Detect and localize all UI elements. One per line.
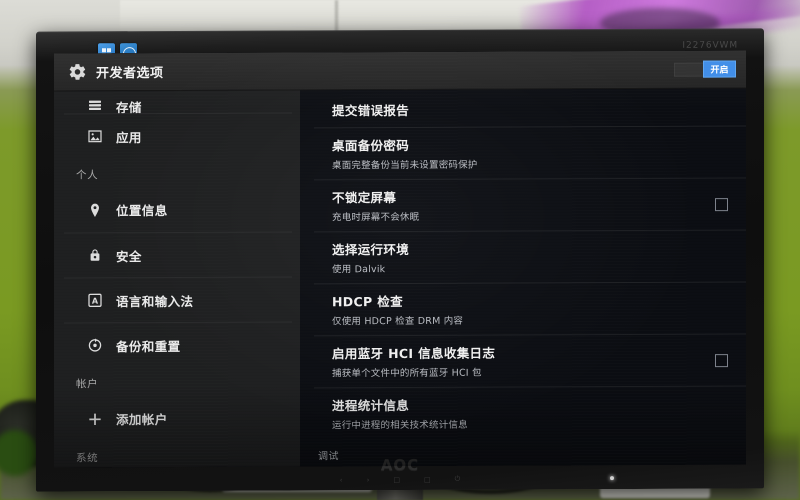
settings-row[interactable]: 启用蓝牙 HCI 信息收集日志捕获单个文件中的所有蓝牙 HCI 包 bbox=[314, 333, 746, 388]
photo-scene: I2276VWM 开发者选项 开启 存储 应用 个人位置信息 安全 A 语言和输… bbox=[0, 0, 800, 500]
sidebar-item-label: 存储 bbox=[116, 99, 142, 114]
app-bar: 开发者选项 开启 bbox=[54, 50, 746, 92]
settings-row-subtitle: 仅使用 HDCP 检查 DRM 内容 bbox=[332, 315, 464, 328]
settings-row-checkbox[interactable] bbox=[715, 197, 728, 211]
sidebar-item-label: 位置信息 bbox=[116, 203, 168, 219]
app-body: 存储应用个人位置信息安全A语言和输入法备份和重置帐户添加帐户系统日期和时间辅助功… bbox=[54, 88, 746, 468]
location-pin-icon bbox=[86, 201, 103, 218]
developer-options-list[interactable]: 提交错误报告 桌面备份密码桌面完整备份当前未设置密码保护 不锁定屏幕充电时屏幕不会休… bbox=[300, 88, 746, 467]
sidebar-section-header: 系统 bbox=[76, 452, 99, 465]
settings-row-title: 提交错误报告 bbox=[332, 102, 410, 119]
settings-row[interactable]: 不锁定屏幕充电时屏幕不会休眠 bbox=[314, 177, 746, 232]
settings-row-subtitle: 充电时屏幕不会休眠 bbox=[332, 211, 420, 224]
settings-row-subtitle: 捕获单个文件中的所有蓝牙 HCI 包 bbox=[332, 367, 482, 380]
settings-row-title: 进程统计信息 bbox=[332, 397, 410, 414]
apps-icon bbox=[86, 128, 103, 145]
monitor-osd-button[interactable]: □ bbox=[424, 475, 431, 483]
monitor-osd-buttons[interactable]: ‹ › □ □ ⏻ bbox=[340, 475, 460, 485]
settings-row-subtitle: 使用 Dalvik bbox=[332, 264, 386, 276]
sidebar-item-language[interactable]: A 语言和输入法 bbox=[64, 276, 292, 323]
settings-row[interactable]: 桌面备份密码桌面完整备份当前未设置密码保护 bbox=[314, 125, 746, 180]
settings-row[interactable]: 选择运行环境使用 Dalvik bbox=[314, 229, 746, 284]
settings-row-title: 不锁定屏幕 bbox=[332, 190, 397, 206]
list-section-header: 调试 bbox=[318, 451, 339, 463]
settings-row-subtitle: 运行中进程的相关技术统计信息 bbox=[332, 419, 468, 432]
monitor-model-label: I2276VWM bbox=[682, 40, 738, 51]
settings-row-title: 启用蓝牙 HCI 信息收集日志 bbox=[332, 345, 496, 362]
settings-row-subtitle: 桌面完整备份当前未设置密码保护 bbox=[332, 159, 478, 172]
sidebar-item-lock[interactable]: 安全 bbox=[64, 231, 292, 278]
sidebar-item-label: 添加帐户 bbox=[116, 412, 168, 428]
monitor-osd-button[interactable]: □ bbox=[393, 475, 400, 483]
aoc-logo: AOC bbox=[380, 455, 420, 475]
storage-icon bbox=[86, 96, 103, 113]
settings-row-title: HDCP 检查 bbox=[332, 293, 403, 310]
sidebar-item-label: 安全 bbox=[116, 248, 142, 264]
sidebar-item-label: 应用 bbox=[116, 129, 142, 145]
svg-text:A: A bbox=[91, 297, 98, 306]
android-settings-app: 开发者选项 开启 存储应用个人位置信息安全 A 语言和输入法 备份和重置帐户添加帐户系… bbox=[54, 50, 746, 468]
settings-row[interactable]: 进程统计信息运行中进程的相关技术统计信息 bbox=[314, 385, 746, 440]
sidebar-item-label: 语言和输入法 bbox=[116, 293, 194, 309]
settings-row-title: 桌面备份密码 bbox=[332, 137, 410, 154]
sidebar-item-backup-restore[interactable]: 备份和重置 bbox=[64, 321, 292, 368]
sidebar-item-label: 备份和重置 bbox=[116, 338, 181, 354]
gear-icon bbox=[69, 64, 86, 80]
monitor-screen: 开发者选项 开启 存储应用个人位置信息安全 A 语言和输入法 备份和重置帐户添加帐户系… bbox=[54, 50, 746, 468]
monitor: I2276VWM 开发者选项 开启 存储 应用 个人位置信息 安全 A 语言和输… bbox=[36, 28, 764, 492]
settings-row-title: 选择运行环境 bbox=[332, 241, 410, 258]
sidebar-item-apps[interactable]: 应用 bbox=[64, 112, 292, 159]
settings-row[interactable]: 提交错误报告 bbox=[314, 88, 746, 127]
sidebar-item-location-pin[interactable]: 位置信息 bbox=[64, 186, 292, 232]
monitor-osd-button[interactable]: ‹ bbox=[340, 476, 343, 484]
page-title: 开发者选项 bbox=[96, 66, 164, 82]
language-icon: A bbox=[86, 292, 103, 309]
developer-options-toggle[interactable]: 开启 bbox=[674, 60, 736, 78]
monitor-osd-button[interactable]: ⏻ bbox=[455, 475, 461, 484]
lock-icon bbox=[86, 247, 103, 264]
toggle-knob[interactable]: 开启 bbox=[703, 60, 736, 78]
sidebar-item-plus[interactable]: 添加帐户 bbox=[64, 395, 292, 441]
plus-icon bbox=[86, 410, 103, 427]
settings-sidebar[interactable]: 存储应用个人位置信息安全A语言和输入法备份和重置帐户添加帐户系统日期和时间辅助功… bbox=[54, 90, 300, 468]
settings-row-checkbox[interactable] bbox=[715, 353, 728, 367]
sidebar-section-header: 个人 bbox=[76, 169, 99, 182]
backup-restore-icon bbox=[86, 337, 103, 354]
sidebar-item-storage[interactable]: 存储 bbox=[64, 90, 292, 113]
power-led bbox=[610, 476, 614, 481]
monitor-osd-button[interactable]: › bbox=[367, 476, 370, 484]
settings-row[interactable]: HDCP 检查仅使用 HDCP 检查 DRM 内容 bbox=[314, 281, 746, 336]
sidebar-section-header: 帐户 bbox=[76, 378, 99, 391]
